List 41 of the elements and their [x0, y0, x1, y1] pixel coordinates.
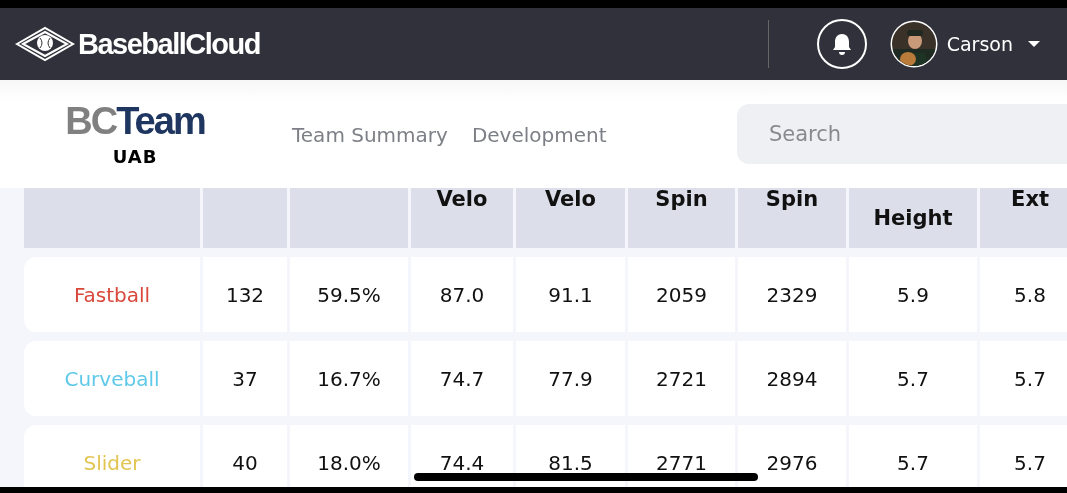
baseball-diamond-icon — [14, 24, 76, 64]
user-menu[interactable]: Carson — [888, 19, 1041, 69]
pitch-type-cell: Slider — [24, 425, 200, 487]
table-cell: 2894 — [738, 341, 846, 416]
table-cell: 59.5% — [290, 257, 408, 332]
column-header: Velo — [516, 188, 625, 248]
nav-link[interactable]: Development — [471, 123, 607, 147]
column-header: Ext — [980, 188, 1067, 248]
pitch-type-cell: Curveball — [24, 341, 200, 416]
team-logo: BCTeam — [65, 101, 205, 140]
table-cell: 2329 — [738, 257, 846, 332]
table-cell: 2059 — [628, 257, 735, 332]
table-cell: 2721 — [628, 341, 735, 416]
bell-icon — [830, 32, 853, 56]
table-cell: 5.7 — [849, 425, 977, 487]
table-cell: 37 — [203, 341, 287, 416]
table-cell: 2976 — [738, 425, 846, 487]
nav-link[interactable]: Team Summary — [292, 123, 448, 147]
table-cell: 5.7 — [980, 425, 1067, 487]
table-cell: 77.9 — [516, 341, 625, 416]
table-cell: 40 — [203, 425, 287, 487]
table-cell: 5.9 — [849, 257, 977, 332]
table-cell: 5.8 — [980, 257, 1067, 332]
table-cell: 5.7 — [980, 341, 1067, 416]
table-cell: 18.0% — [290, 425, 408, 487]
table-cell: 5.7 — [849, 341, 977, 416]
column-header: Height — [849, 188, 977, 248]
pitch-type-cell: Fastball — [24, 257, 200, 332]
column-header: Velo — [411, 188, 513, 248]
brand-name[interactable]: BaseballCloud — [78, 27, 260, 61]
caret-icon — [1027, 40, 1041, 48]
table-cell: 91.1 — [516, 257, 625, 332]
column-header: Spin — [628, 188, 735, 248]
team-name: UAB — [112, 145, 158, 167]
table-cell: 16.7% — [290, 341, 408, 416]
search-field[interactable]: Search — [737, 104, 1067, 164]
notification-bell-button[interactable] — [816, 19, 867, 69]
column-header: Spin — [738, 188, 846, 248]
table-cell: 74.7 — [411, 341, 513, 416]
table-cell: 87.0 — [411, 257, 513, 332]
table-cell: 132 — [203, 257, 287, 332]
